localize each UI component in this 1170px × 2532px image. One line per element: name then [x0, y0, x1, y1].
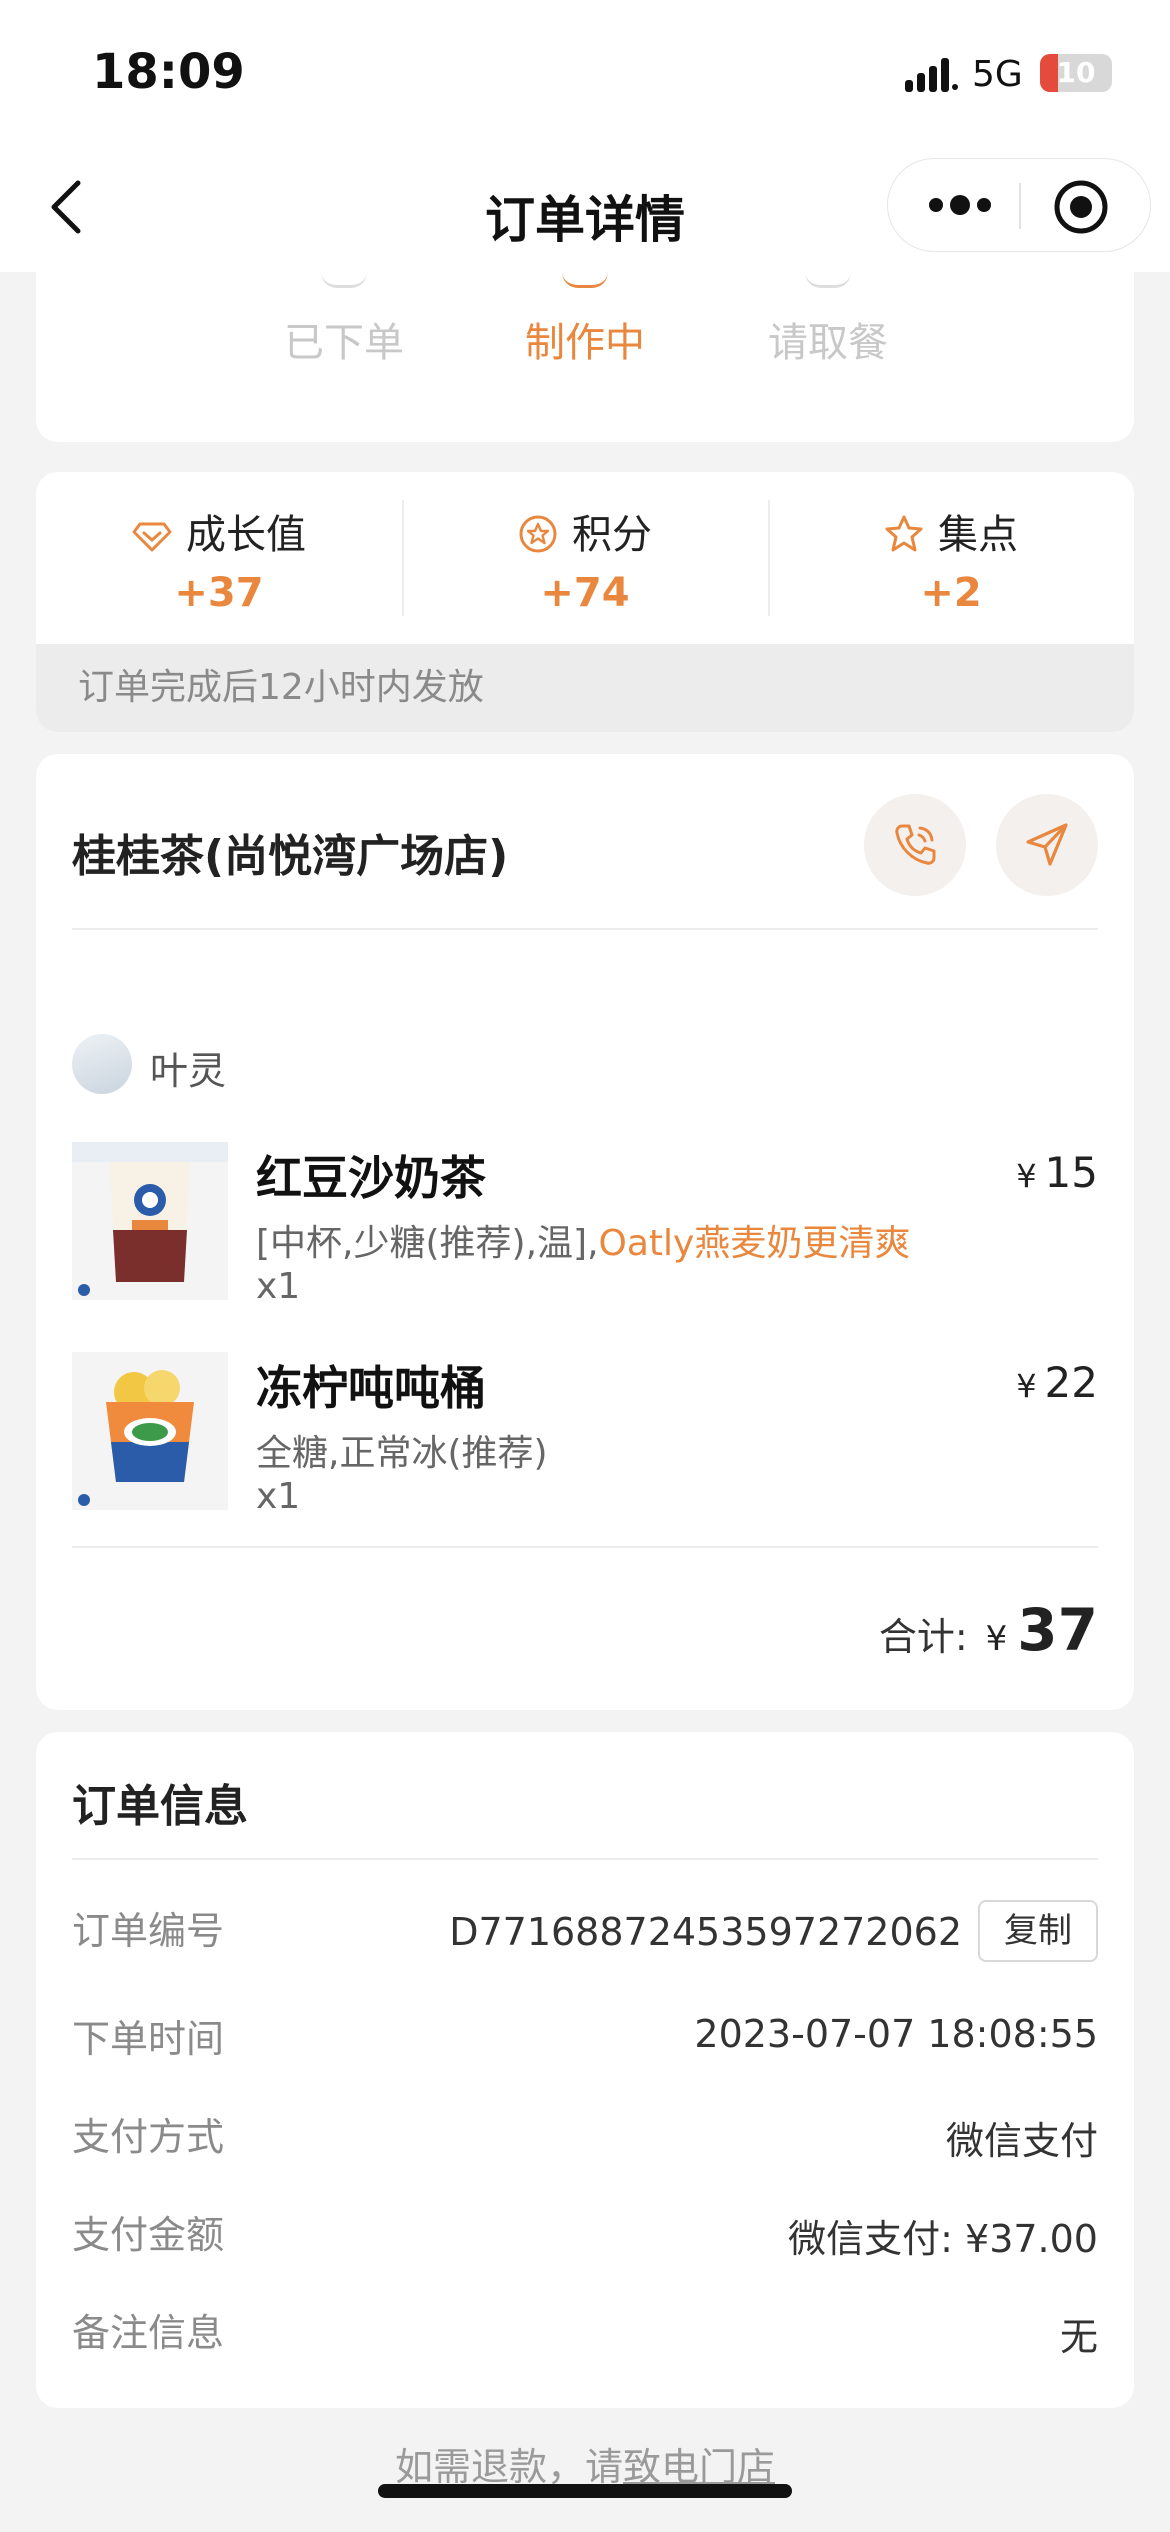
remark-value: 无 — [1059, 2315, 1098, 2359]
copy-order-number-button[interactable]: 复制 — [978, 1900, 1098, 1962]
total-label: 合计: — [878, 1615, 968, 1659]
order-total: 合计: ¥37 — [879, 1596, 1098, 1664]
progress-step-making: 制作中 — [525, 285, 645, 368]
order-time-label: 下单时间 — [72, 2017, 225, 2061]
product-qty: x1 — [256, 1476, 301, 1517]
product-price: ¥15 — [1016, 1148, 1098, 1197]
total-amount: 37 — [1017, 1596, 1098, 1664]
order-number-row: 订单编号 D77168872453597272062 复制 — [72, 1900, 1098, 1962]
coin-star-icon — [519, 515, 557, 553]
store-name[interactable]: 桂桂茶(尚悦湾广场店) — [72, 820, 508, 884]
order-card: 桂桂茶(尚悦湾广场店) 叶灵 红豆沙奶茶 [中杯,少糖(推荐),温],Oatly… — [36, 754, 1134, 1710]
total-currency: ¥ — [985, 1619, 1008, 1659]
mini-program-capsule — [887, 158, 1151, 252]
payment-method-row: 支付方式 微信支付 — [72, 2106, 1098, 2166]
order-number-label: 订单编号 — [72, 1909, 225, 1953]
progress-step-pickup: 请取餐 — [768, 285, 888, 368]
reward-points: 积分 +74 — [402, 502, 768, 616]
order-item[interactable]: 冻柠吨吨桶 全糖,正常冰(推荐) x1 ¥22 — [72, 1352, 1098, 1532]
product-image — [72, 1352, 228, 1510]
rewards-note: 订单完成后12小时内发放 — [36, 644, 1134, 732]
battery-level: 10 — [1056, 56, 1096, 89]
payment-method-value: 微信支付 — [945, 2119, 1098, 2163]
payment-amount-row: 支付金额 微信支付: ¥37.00 — [72, 2204, 1098, 2264]
battery-icon: 10 — [1040, 54, 1112, 92]
product-name: 红豆沙奶茶 — [256, 1151, 486, 1205]
product-qty: x1 — [256, 1266, 301, 1307]
divider — [72, 1858, 1098, 1860]
payment-amount-value: 微信支付: ¥37.00 — [788, 2217, 1098, 2261]
order-item[interactable]: 红豆沙奶茶 [中杯,少糖(推荐),温],Oatly燕麦奶更清爽 x1 ¥15 — [72, 1142, 1098, 1322]
reward-growth: 成长值 +37 — [36, 502, 402, 616]
product-price: ¥22 — [1016, 1358, 1098, 1407]
payment-method-label: 支付方式 — [72, 2115, 225, 2159]
remark-row: 备注信息 无 — [72, 2302, 1098, 2362]
network-type: 5G — [972, 54, 1023, 95]
call-store-link[interactable]: 致电门店 — [623, 2445, 775, 2489]
divider — [72, 1546, 1098, 1548]
status-time: 18:09 — [92, 44, 245, 100]
reward-stamps: 集点 +2 — [768, 502, 1134, 616]
more-icon[interactable] — [926, 185, 994, 225]
navigate-button[interactable] — [996, 794, 1098, 896]
home-indicator[interactable] — [378, 2484, 792, 2498]
order-info-card: 订单信息 订单编号 D77168872453597272062 复制 下单时间 … — [36, 1732, 1134, 2408]
phone-icon — [895, 824, 936, 865]
capsule-divider — [1019, 183, 1021, 229]
reward-points-value: +74 — [540, 570, 630, 616]
reward-stamps-value: +2 — [920, 570, 982, 616]
product-spec: [中杯,少糖(推荐),温],Oatly燕麦奶更清爽 — [256, 1223, 911, 1264]
signal-icon — [905, 58, 958, 92]
order-time-value: 2023-07-07 18:08:55 — [694, 2012, 1098, 2056]
order-number-value: D77168872453597272062 — [449, 1910, 962, 1954]
call-store-button[interactable] — [864, 794, 966, 896]
close-mini-program-icon[interactable] — [1053, 179, 1109, 235]
product-image — [72, 1142, 228, 1300]
star-icon — [885, 515, 923, 552]
order-time-row: 下单时间 2023-07-07 18:08:55 — [72, 2008, 1098, 2068]
remark-label: 备注信息 — [72, 2311, 225, 2355]
order-progress-card: 已下单 制作中 请取餐 — [36, 272, 1134, 442]
product-spec-highlight: Oatly燕麦奶更清爽 — [598, 1223, 911, 1264]
product-name: 冻柠吨吨桶 — [256, 1361, 486, 1415]
nav-bar: 订单详情 — [0, 150, 1170, 272]
customer-name: 叶灵 — [150, 1049, 227, 1093]
payment-amount-label: 支付金额 — [72, 2213, 225, 2257]
status-bar: 18:09 5G 10 — [0, 0, 1170, 150]
reward-growth-value: +37 — [174, 570, 264, 616]
product-spec: 全糖,正常冰(推荐) — [256, 1433, 548, 1474]
avatar — [72, 1034, 132, 1094]
order-info-title: 订单信息 — [72, 1781, 248, 1832]
divider — [72, 928, 1098, 930]
progress-step-ordered: 已下单 — [284, 285, 404, 368]
navigation-arrow-icon — [1026, 823, 1068, 866]
refund-note: 如需退款，请致电门店 — [394, 2445, 776, 2489]
diamond-icon — [132, 522, 172, 552]
rewards-card: 成长值 +37 积分 +74 集点 +2 订单完成后12小时内发放 — [36, 472, 1134, 732]
